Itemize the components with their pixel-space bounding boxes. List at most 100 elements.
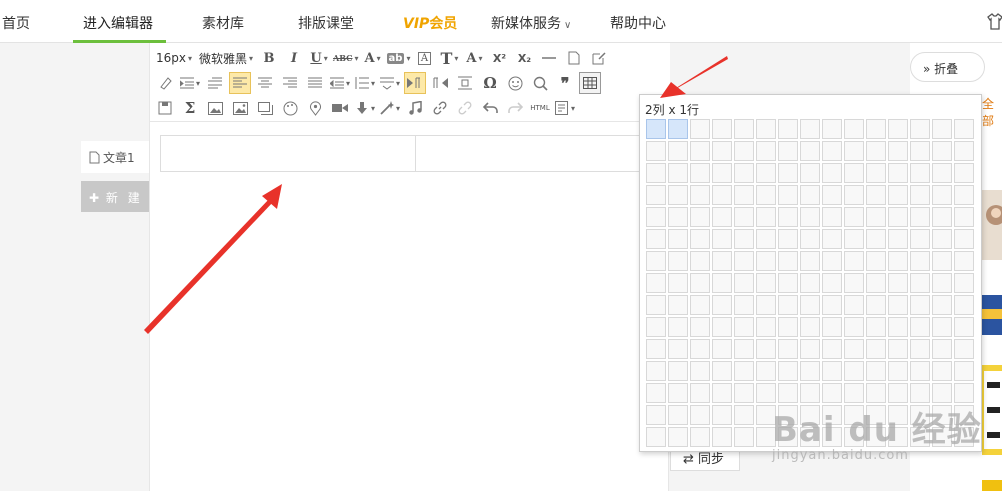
table-grid-cell[interactable] [800,163,820,183]
table-grid-cell[interactable] [778,141,798,161]
outdent-icon[interactable]: ▾ [329,72,351,94]
table-grid-cell[interactable] [866,251,886,271]
underline-button[interactable]: U ▾ [308,47,330,69]
table-grid-cell[interactable] [668,119,688,139]
search-replace-icon[interactable] [529,72,551,94]
link-icon[interactable] [429,97,451,119]
table-grid-cell[interactable] [756,229,776,249]
table-grid-cell[interactable] [734,251,754,271]
table-grid-cell[interactable] [690,339,710,359]
horizontal-rule-icon[interactable] [538,47,560,69]
table-grid-cell[interactable] [646,229,666,249]
table-grid-cell[interactable] [800,207,820,227]
table-grid-cell[interactable] [668,339,688,359]
table-grid-cell[interactable] [954,295,974,315]
table-grid-cell[interactable] [690,317,710,337]
table-grid-cell[interactable] [866,141,886,161]
table-grid-cell[interactable] [778,251,798,271]
table-grid-cell[interactable] [778,119,798,139]
table-grid-cell[interactable] [800,229,820,249]
nav-vip[interactable]: VIP会员 [403,13,457,33]
table-grid-cell[interactable] [734,427,754,447]
align-right-icon[interactable] [279,72,301,94]
table-grid-cell[interactable] [712,163,732,183]
table-grid-cell[interactable] [646,317,666,337]
template-thumbnail[interactable] [982,365,1002,455]
sigma-icon[interactable]: Σ [179,97,201,119]
table-grid-cell[interactable] [668,207,688,227]
html-button[interactable]: HTML [529,97,551,119]
table-grid-cell[interactable] [866,273,886,293]
table-grid-cell[interactable] [756,339,776,359]
table-grid-cell[interactable] [756,163,776,183]
strikethrough-button[interactable]: ABC ▾ [333,47,359,69]
table-grid-cell[interactable] [734,163,754,183]
table-grid-cell[interactable] [954,361,974,381]
table-grid-cell[interactable] [910,295,930,315]
table-grid-cell[interactable] [756,141,776,161]
table-grid-cell[interactable] [756,185,776,205]
table-grid-cell[interactable] [888,229,908,249]
table-grid-cell[interactable] [932,361,952,381]
table-grid-cell[interactable] [888,141,908,161]
article-tab[interactable]: 文章1 [81,141,149,173]
table-grid-cell[interactable] [800,141,820,161]
table-grid-cell[interactable] [690,251,710,271]
table-grid-cell[interactable] [822,361,842,381]
table-grid-cell[interactable] [954,383,974,403]
align-left-icon[interactable] [229,72,251,94]
first-line-indent-icon[interactable] [204,72,226,94]
table-grid-cell[interactable] [888,273,908,293]
table-grid-cell[interactable] [910,251,930,271]
italic-button[interactable]: I [283,47,305,69]
blank-page-icon[interactable] [563,47,585,69]
table-grid-cell[interactable] [844,185,864,205]
table-grid-cell[interactable] [866,339,886,359]
table-grid-cell[interactable] [646,383,666,403]
table-grid-cell[interactable] [712,185,732,205]
table-grid-cell[interactable] [932,163,952,183]
table-grid-cell[interactable] [756,119,776,139]
rtl-direction-icon[interactable] [429,72,451,94]
table-grid-cell[interactable] [954,163,974,183]
table-grid-cell[interactable] [668,185,688,205]
template-thumbnail[interactable] [982,295,1002,335]
eraser-icon[interactable] [154,72,176,94]
table-grid-cell[interactable] [844,207,864,227]
table-grid-cell[interactable] [646,185,666,205]
table-cell[interactable] [416,136,670,171]
video-icon[interactable] [329,97,351,119]
table-grid-cell[interactable] [646,141,666,161]
table-grid-cell[interactable] [844,251,864,271]
nav-media-service[interactable]: 新媒体服务 ∨ [491,13,571,33]
table-grid-cell[interactable] [932,119,952,139]
table-grid-cell[interactable] [712,229,732,249]
table-grid-cell[interactable] [888,295,908,315]
table-grid-cell[interactable] [866,361,886,381]
music-icon[interactable] [404,97,426,119]
table-grid-cell[interactable] [690,119,710,139]
table-grid-cell[interactable] [844,383,864,403]
subscript-button[interactable]: X₂ [513,47,535,69]
frame-icon[interactable] [254,97,276,119]
palette-icon[interactable] [279,97,301,119]
table-grid-cell[interactable] [668,295,688,315]
draft-icon[interactable]: ▾ [554,97,576,119]
table-grid-cell[interactable] [712,427,732,447]
multi-image-icon[interactable] [229,97,251,119]
table-grid-cell[interactable] [888,163,908,183]
table-grid-cell[interactable] [646,207,666,227]
table-grid-cell[interactable] [756,273,776,293]
superscript-button[interactable]: X² [488,47,510,69]
table-grid-cell[interactable] [932,383,952,403]
table-grid-cell[interactable] [778,229,798,249]
table-grid-cell[interactable] [778,273,798,293]
table-grid-cell[interactable] [822,273,842,293]
table-grid-cell[interactable] [910,229,930,249]
table-icon[interactable] [579,72,601,94]
table-grid-cell[interactable] [668,229,688,249]
table-grid-picker[interactable] [646,119,976,449]
table-grid-cell[interactable] [822,141,842,161]
table-grid-cell[interactable] [800,251,820,271]
text-border-button[interactable]: A [413,47,435,69]
